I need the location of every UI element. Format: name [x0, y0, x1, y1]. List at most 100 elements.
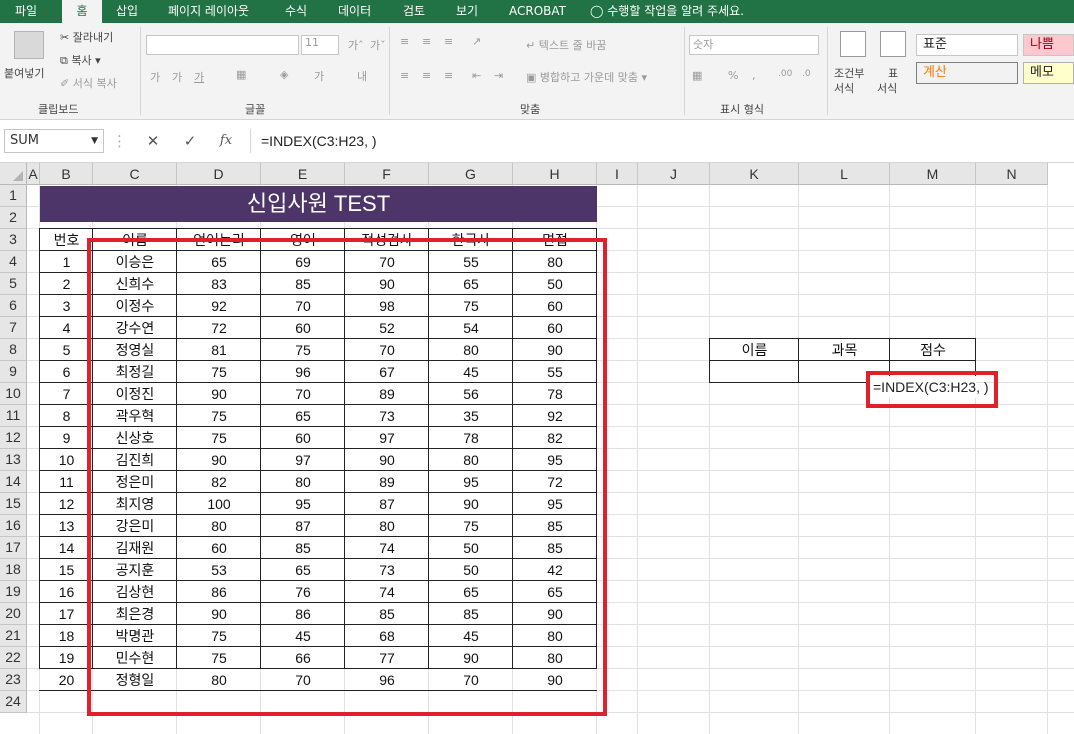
table-cell[interactable]: 16: [40, 581, 93, 603]
merge-center-button[interactable]: ▣ 병합하고 가운데 맞춤 ▾: [526, 69, 647, 85]
lookup-header-cell[interactable]: 점수: [890, 339, 976, 361]
row-header-10[interactable]: 10: [0, 383, 27, 405]
lookup-header-cell[interactable]: 과목: [799, 339, 890, 361]
wrap-text-button[interactable]: ↵ 텍스트 줄 바꿈: [526, 37, 606, 53]
table-cell[interactable]: 11: [40, 471, 93, 493]
insert-function-icon[interactable]: fx: [211, 129, 241, 153]
style-calculation[interactable]: 계산: [916, 62, 1018, 84]
table-cell[interactable]: 12: [40, 493, 93, 515]
row-header-1[interactable]: 1: [0, 185, 27, 207]
conditional-format-button[interactable]: 조건부: [834, 65, 864, 81]
row-header-19[interactable]: 19: [0, 581, 27, 603]
align-left-icon[interactable]: ≡: [400, 69, 409, 82]
row-header-3[interactable]: 3: [0, 229, 27, 251]
table-cell[interactable]: 18: [40, 625, 93, 647]
italic-icon[interactable]: 가: [172, 69, 182, 85]
row-header-21[interactable]: 21: [0, 625, 27, 647]
comma-icon[interactable]: ,: [752, 69, 756, 82]
row-header-13[interactable]: 13: [0, 449, 27, 471]
align-top-icon[interactable]: ≡: [400, 35, 409, 48]
tab-home[interactable]: 홈: [62, 0, 102, 23]
orientation-icon[interactable]: ↗: [472, 35, 481, 48]
fill-color-icon[interactable]: ◈: [280, 68, 288, 81]
enter-icon[interactable]: ✓: [175, 129, 205, 153]
phonetic-icon[interactable]: 내: [357, 68, 367, 84]
row-header-12[interactable]: 12: [0, 427, 27, 449]
row-header-5[interactable]: 5: [0, 273, 27, 295]
row-header-17[interactable]: 17: [0, 537, 27, 559]
paste-button[interactable]: 붙여넣기: [4, 65, 44, 81]
border-icon[interactable]: ▦: [236, 68, 246, 81]
row-header-22[interactable]: 22: [0, 647, 27, 669]
tab-page-layout[interactable]: 페이지 레이아웃: [168, 0, 249, 23]
table-cell[interactable]: 9: [40, 427, 93, 449]
percent-icon[interactable]: %: [728, 69, 738, 82]
table-cell[interactable]: 3: [40, 295, 93, 317]
font-size-select[interactable]: 11: [301, 35, 339, 55]
column-header-k[interactable]: K: [710, 163, 799, 185]
row-header-24[interactable]: 24: [0, 691, 27, 713]
align-bottom-icon[interactable]: ≡: [444, 35, 453, 48]
row-header-11[interactable]: 11: [0, 405, 27, 427]
tab-file[interactable]: 파일: [15, 0, 37, 23]
row-header-20[interactable]: 20: [0, 603, 27, 625]
tab-review[interactable]: 검토: [403, 0, 425, 23]
sheet-title[interactable]: 신입사원 TEST: [40, 186, 597, 222]
lookup-header-cell[interactable]: 이름: [710, 339, 799, 361]
cut-button[interactable]: ✂ 잘라내기: [60, 29, 113, 45]
column-header-c[interactable]: C: [93, 163, 177, 185]
row-header-15[interactable]: 15: [0, 493, 27, 515]
tell-me-box[interactable]: ◯ 수행할 작업을 알려 주세요.: [590, 0, 744, 23]
row-header-8[interactable]: 8: [0, 339, 27, 361]
style-bad[interactable]: 나쁨: [1023, 34, 1074, 56]
tab-formulas[interactable]: 수식: [285, 0, 307, 23]
row-header-2[interactable]: 2: [0, 207, 27, 229]
tab-data[interactable]: 데이터: [338, 0, 371, 23]
table-cell[interactable]: 19: [40, 647, 93, 669]
worksheet-grid[interactable]: ABCDEFGHIJKLMN 1 2 3 4 5 6 7 8 9 10 11 12 13 14 15 16 17…: [0, 163, 1074, 734]
font-color-icon[interactable]: 가: [314, 68, 324, 84]
table-cell[interactable]: 5: [40, 339, 93, 361]
column-header-n[interactable]: N: [976, 163, 1048, 185]
row-header-6[interactable]: 6: [0, 295, 27, 317]
table-cell[interactable]: 17: [40, 603, 93, 625]
row-header-16[interactable]: 16: [0, 515, 27, 537]
decrease-decimal-icon[interactable]: .0: [802, 69, 811, 79]
table-cell[interactable]: 15: [40, 559, 93, 581]
table-cell[interactable]: 7: [40, 383, 93, 405]
decrease-indent-icon[interactable]: ⇤: [472, 69, 481, 82]
align-middle-icon[interactable]: ≡: [422, 35, 431, 48]
table-cell[interactable]: 20: [40, 669, 93, 691]
row-header-9[interactable]: 9: [0, 361, 27, 383]
name-box[interactable]: SUM ▼: [4, 129, 104, 153]
select-all-corner[interactable]: [0, 163, 27, 185]
table-cell[interactable]: 1: [40, 251, 93, 273]
font-name-select[interactable]: [146, 35, 299, 55]
row-header-7[interactable]: 7: [0, 317, 27, 339]
copy-button[interactable]: ⧉ 복사 ▾: [60, 52, 101, 68]
column-header-i[interactable]: I: [597, 163, 638, 185]
row-header-23[interactable]: 23: [0, 669, 27, 691]
column-header-a[interactable]: A: [27, 163, 40, 185]
column-header-d[interactable]: D: [177, 163, 261, 185]
table-header-cell[interactable]: 번호: [40, 229, 93, 251]
column-header-h[interactable]: H: [513, 163, 597, 185]
table-cell[interactable]: 6: [40, 361, 93, 383]
align-right-icon[interactable]: ≡: [444, 69, 453, 82]
align-center-icon[interactable]: ≡: [422, 69, 431, 82]
cancel-icon[interactable]: ✕: [138, 129, 168, 153]
row-header-18[interactable]: 18: [0, 559, 27, 581]
increase-indent-icon[interactable]: ⇥: [494, 69, 503, 82]
currency-icon[interactable]: ▦: [692, 69, 702, 82]
row-header-4[interactable]: 4: [0, 251, 27, 273]
table-cell[interactable]: 8: [40, 405, 93, 427]
column-header-j[interactable]: J: [638, 163, 710, 185]
table-cell[interactable]: 10: [40, 449, 93, 471]
tab-insert[interactable]: 삽입: [116, 0, 138, 23]
column-header-e[interactable]: E: [261, 163, 345, 185]
column-header-l[interactable]: L: [799, 163, 890, 185]
bold-icon[interactable]: 가: [150, 69, 160, 85]
column-header-g[interactable]: G: [429, 163, 513, 185]
increase-decimal-icon[interactable]: .00: [778, 69, 792, 79]
column-header-m[interactable]: M: [890, 163, 976, 185]
